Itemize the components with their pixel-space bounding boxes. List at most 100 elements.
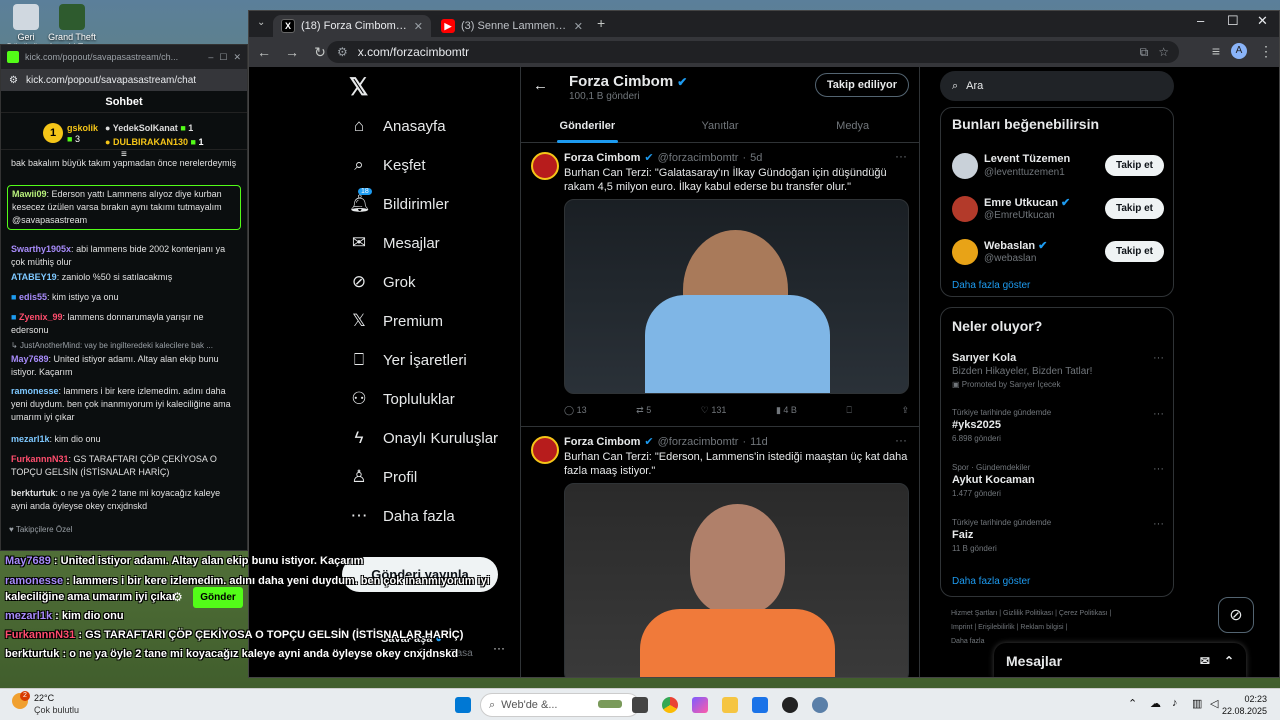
footer-link[interactable]: Daha fazla — [951, 638, 984, 645]
trend-more-icon[interactable]: ··· — [1153, 518, 1164, 530]
tweet-author[interactable]: Forza Cimbom — [564, 436, 640, 448]
nav-item-premium[interactable]: 𝕏 Premium — [349, 311, 443, 331]
footer-link[interactable]: Reklam bilgisi — [1020, 624, 1063, 631]
suggestion-row[interactable]: Emre Utkucan ✔ @EmreUtkucan Takip et — [952, 193, 1164, 227]
tab-media[interactable]: Medya — [786, 111, 919, 143]
profile-avatar[interactable]: A — [1231, 43, 1247, 59]
close-icon[interactable]: ✕ — [233, 52, 241, 63]
close-icon[interactable]: ✕ — [414, 20, 423, 33]
chat-username[interactable]: ramonesse — [11, 386, 59, 396]
chat-settings-icon[interactable]: ⚙ — [172, 590, 183, 604]
tank-game-icon[interactable] — [598, 700, 622, 708]
bookmark-icon[interactable]: ⎕ — [846, 405, 851, 416]
maximize-icon[interactable]: ☐ — [1227, 13, 1239, 29]
menu-icon[interactable]: ⋮ — [1257, 43, 1275, 60]
tweet-time[interactable]: 5d — [750, 152, 762, 164]
like-button[interactable]: ♡ 131 — [701, 405, 727, 416]
leader-row[interactable]: ● DULBIRAKAN130 ■ 1 — [105, 137, 203, 147]
tab-youtube[interactable]: ▶ (3) Senne Lammens | Skills & G... ✕ — [433, 15, 591, 37]
chat-username[interactable]: FurkannnN31 — [11, 454, 69, 464]
avatar[interactable] — [952, 239, 978, 265]
nav-item-profile[interactable]: ♙ Profil — [349, 467, 417, 487]
forward-icon[interactable]: → — [283, 44, 301, 60]
follow-button[interactable]: Takip et — [1104, 155, 1164, 176]
tab-search-icon[interactable]: ⌄ — [257, 17, 265, 28]
x-logo-icon[interactable]: 𝕏 — [349, 73, 368, 102]
task-view-icon[interactable] — [632, 697, 648, 713]
trend-more-icon[interactable]: ··· — [1153, 408, 1164, 420]
tweet[interactable]: Forza Cimbom ✔ @forzacimbomtr · 5d ··· Burha… — [521, 144, 919, 427]
file-explorer-icon[interactable] — [722, 697, 738, 713]
nav-item-bookmarks[interactable]: ⎕ Yer İşaretleri — [349, 350, 467, 370]
views-button[interactable]: ▮ 4 B — [776, 405, 797, 416]
nav-item-explore[interactable]: ⌕ Keşfet — [349, 155, 425, 175]
chat-username[interactable]: berkturtuk — [11, 488, 56, 498]
tweet-author[interactable]: Forza Cimbom — [564, 152, 640, 164]
volume-icon[interactable]: ◁ — [1210, 697, 1218, 710]
chat-username[interactable]: edis55 — [19, 292, 47, 302]
trend-item[interactable]: Spor · Gündemdekiler Aykut Kocaman 1.477… — [952, 463, 1164, 498]
account-more-icon[interactable]: ··· — [493, 641, 505, 655]
footer-link[interactable]: Gizlilik Politikası — [1003, 610, 1053, 617]
nav-item-grok[interactable]: ⊘ Grok — [349, 272, 416, 292]
close-window-icon[interactable]: ✕ — [1257, 13, 1268, 29]
leader-row[interactable]: ● YedekSolKanat ■ 1 — [105, 123, 193, 133]
bookmark-star-icon[interactable]: ☆ — [1158, 45, 1169, 59]
tweet-more-icon[interactable]: ··· — [895, 149, 907, 163]
minimize-icon[interactable]: – — [208, 52, 213, 62]
suggestion-row[interactable]: Levent Tüzemen @leventtuzemen1 Takip et — [952, 150, 1164, 184]
chat-username[interactable]: ATABEY19 — [11, 272, 57, 282]
tab-x[interactable]: X (18) Forza Cimbom (@forzacimbo... ✕ — [273, 15, 431, 37]
tweet[interactable]: Forza Cimbom ✔ @forzacimbomtr · 11d ··· Burh… — [521, 428, 919, 677]
nav-item-verified-orgs[interactable]: ϟ Onaylı Kuruluşlar — [349, 428, 499, 448]
nav-item-notifications[interactable]: 🔔︎ 18 Bildirimler — [349, 188, 449, 214]
trend-item[interactable]: Türkiye tarihinde gündemde Faiz 11 B gön… — [952, 518, 1164, 553]
close-icon[interactable]: ✕ — [574, 20, 583, 33]
avatar[interactable] — [531, 152, 559, 180]
follow-button[interactable]: Takip et — [1104, 241, 1164, 262]
trend-more-icon[interactable]: ··· — [1153, 463, 1164, 475]
tweet-image[interactable] — [564, 483, 909, 677]
clock-time[interactable]: 02:23 — [1225, 694, 1267, 704]
messages-drawer[interactable]: Mesajlar ✉ ⌃ — [994, 643, 1246, 677]
share-icon[interactable]: ⇪ — [901, 405, 909, 416]
tray-chevron-icon[interactable]: ⌃ — [1128, 697, 1137, 710]
new-message-icon[interactable]: ✉ — [1200, 654, 1210, 668]
footer-link[interactable]: Erişilebilirlik — [978, 624, 1015, 631]
start-icon[interactable] — [455, 697, 471, 713]
nav-item-home[interactable]: ⌂ Anasayfa — [349, 116, 446, 136]
tweet-more-icon[interactable]: ··· — [895, 433, 907, 447]
leader-name[interactable]: gskolik — [67, 123, 98, 133]
show-more-link[interactable]: Daha fazla göster — [952, 280, 1030, 291]
tab-posts[interactable]: Gönderiler — [521, 111, 654, 143]
repost-button[interactable]: ⇄ 5 — [636, 405, 651, 416]
store-icon[interactable] — [752, 697, 768, 713]
expand-icon[interactable]: ⌃ — [1224, 654, 1234, 668]
send-button[interactable]: Gönder — [193, 587, 243, 608]
avatar[interactable] — [531, 436, 559, 464]
tweet-time[interactable]: 11d — [750, 436, 768, 448]
avatar[interactable] — [952, 153, 978, 179]
avatar[interactable] — [952, 196, 978, 222]
clock-date[interactable]: 22.08.2025 — [1222, 706, 1267, 716]
trend-item[interactable]: Sarıyer Kola Bizden Hikayeler, Bizden Ta… — [952, 352, 1164, 389]
tab-replies[interactable]: Yanıtlar — [654, 111, 787, 143]
site-info-icon[interactable]: ⚙ — [337, 45, 348, 59]
minimize-icon[interactable]: – — [1197, 13, 1204, 28]
show-more-link[interactable]: Daha fazla göster — [952, 576, 1030, 587]
back-arrow-icon[interactable]: ← — [533, 77, 548, 94]
maximize-icon[interactable]: ☐ — [219, 52, 227, 63]
search-input[interactable]: ⌕ Ara — [940, 71, 1174, 101]
cloud-icon[interactable]: ☁ — [1150, 697, 1161, 710]
network-icon[interactable]: ▥ — [1192, 697, 1202, 710]
grok-floating-button[interactable]: ⊘ — [1218, 597, 1254, 633]
footer-link[interactable]: Çerez Politikası — [1059, 610, 1108, 617]
chat-username[interactable]: Mawii09 — [12, 189, 47, 199]
chrome-icon[interactable] — [662, 697, 678, 713]
back-icon[interactable]: ← — [255, 44, 273, 60]
nav-item-more[interactable]: ⋯ Daha fazla — [349, 506, 455, 526]
nav-item-messages[interactable]: ✉ Mesajlar — [349, 233, 440, 253]
chat-username[interactable]: Zyenix_99 — [19, 312, 63, 322]
following-button[interactable]: Takip ediliyor — [814, 73, 909, 97]
chat-username[interactable]: May7689 — [11, 354, 49, 364]
